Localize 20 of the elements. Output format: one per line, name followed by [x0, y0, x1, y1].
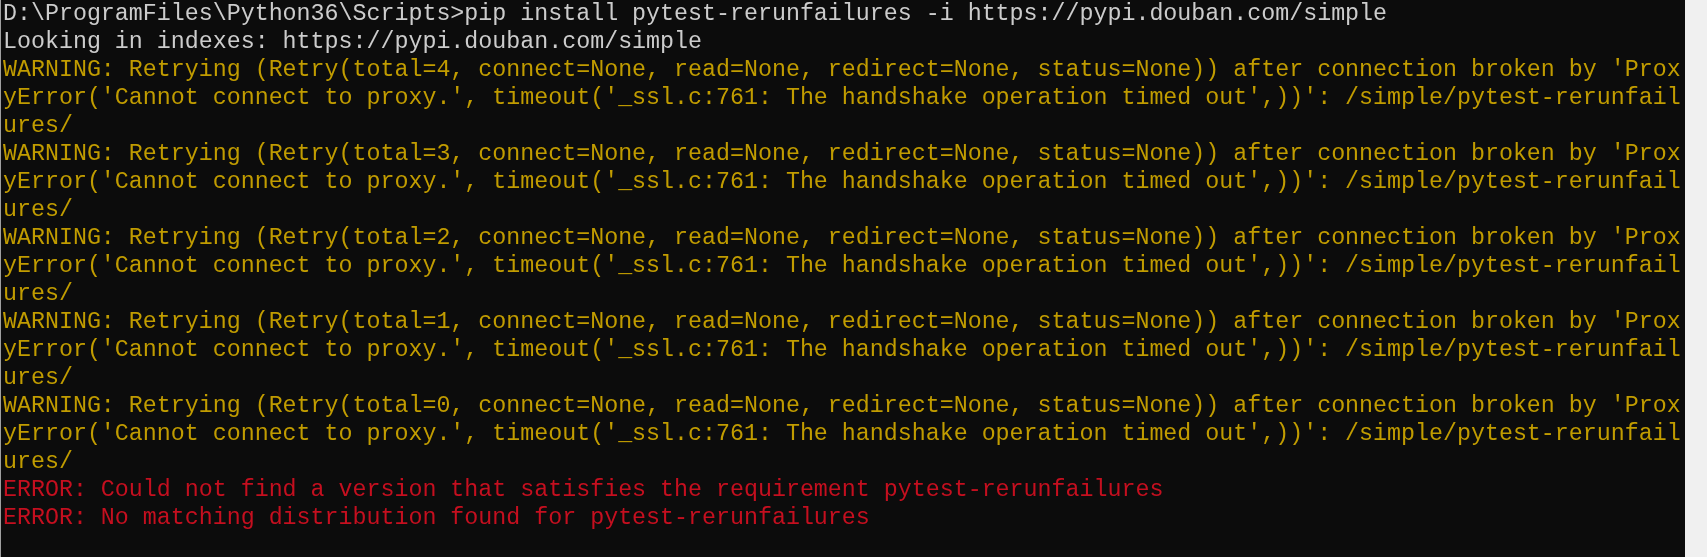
- warning-line: ures/: [3, 364, 73, 392]
- warning-line: yError('Cannot connect to proxy.', timeout('_ssl.c:761: The handshake operation timed out',))': /simple/pytest-rerunfail: [3, 84, 1681, 112]
- warning-line: WARNING: Retrying (Retry(total=0, connect=None, read=None, redirect=None, status=None)) after connection broken by 'Prox: [3, 392, 1681, 420]
- warning-line: WARNING: Retrying (Retry(total=2, connect=None, read=None, redirect=None, status=None)) after connection broken by 'Prox: [3, 224, 1681, 252]
- warning-line: WARNING: Retrying (Retry(total=4, connect=None, read=None, redirect=None, status=None)) after connection broken by 'Prox: [3, 56, 1681, 84]
- console-line: Looking in indexes: https://pypi.douban.com/simple: [3, 28, 703, 56]
- warning-line: yError('Cannot connect to proxy.', timeout('_ssl.c:761: The handshake operation timed out',))': /simple/pytest-rerunfail: [3, 420, 1681, 448]
- warning-line: ures/: [3, 112, 73, 140]
- error-line: ERROR: No matching distribution found for pytest-rerunfailures: [3, 504, 870, 532]
- console-line: D:\ProgramFiles\Python36\Scripts>pip install pytest-rerunfailures -i https://pypi.douban.com/simple: [3, 0, 1388, 28]
- warning-line: WARNING: Retrying (Retry(total=3, connect=None, read=None, redirect=None, status=None)) after connection broken by 'Prox: [3, 140, 1681, 168]
- warning-line: yError('Cannot connect to proxy.', timeout('_ssl.c:761: The handshake operation timed out',))': /simple/pytest-rerunfail: [3, 168, 1681, 196]
- warning-line: ures/: [3, 196, 73, 224]
- warning-line: ures/: [3, 280, 73, 308]
- scrollbar-track[interactable]: [1685, 0, 1707, 557]
- warning-line: yError('Cannot connect to proxy.', timeout('_ssl.c:761: The handshake operation timed out',))': /simple/pytest-rerunfail: [3, 336, 1681, 364]
- warning-line: yError('Cannot connect to proxy.', timeout('_ssl.c:761: The handshake operation timed out',))': /simple/pytest-rerunfail: [3, 252, 1681, 280]
- error-line: ERROR: Could not find a version that satisfies the requirement pytest-rerunfailures: [3, 476, 1164, 504]
- warning-line: WARNING: Retrying (Retry(total=1, connect=None, read=None, redirect=None, status=None)) after connection broken by 'Prox: [3, 308, 1681, 336]
- warning-line: ures/: [3, 448, 73, 476]
